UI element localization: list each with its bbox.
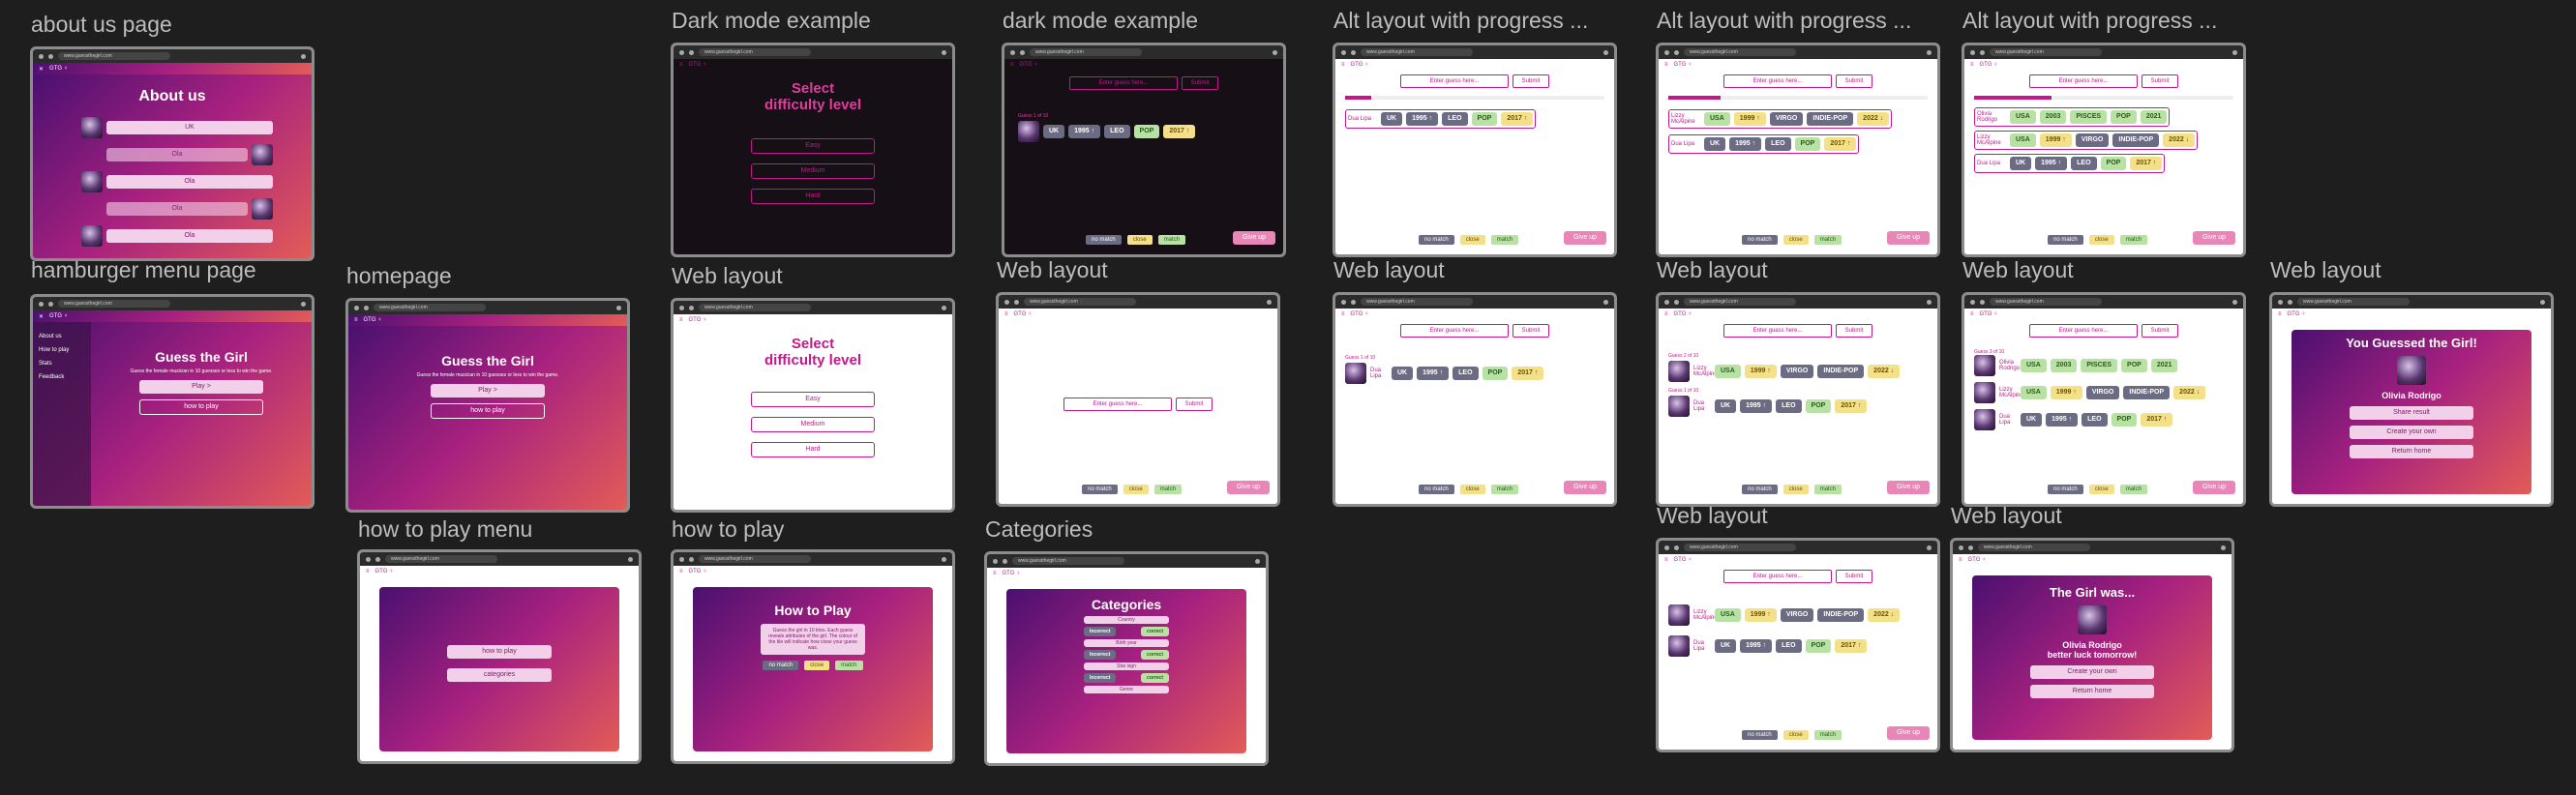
frame-win: www.guessthegirl.com ≡ GTG ♀ You Guessed … <box>2269 292 2554 507</box>
avatar <box>81 117 103 138</box>
label-homepage: homepage <box>346 263 452 288</box>
frame-alt-layout-2: www.guessthegirl.com ≡ GTG ♀ Enter guess … <box>1656 43 1940 257</box>
label-about-us: about us page <box>31 12 172 37</box>
frame-how-to-play: www.guessthegirl.com ≡ GTG ♀ How to Play … <box>671 549 955 764</box>
hamburger-icon[interactable]: ≡ <box>679 62 683 68</box>
label-web-layout-1: Web layout <box>672 263 783 288</box>
label-alt-layout-1: Alt layout with progress ... <box>1333 8 1589 33</box>
menu-how-to-play[interactable]: how to play <box>447 645 552 659</box>
label-dark-mode-1: Dark mode example <box>672 8 871 33</box>
frame-homepage: www.guessthegirl.com ≡ GTG ♀ Guess the Gi… <box>345 298 630 513</box>
frame-dark-difficulty: www.guessthegirl.com ≡ GTG ♀ Select diffi… <box>671 43 955 257</box>
share-result-button[interactable]: Share result <box>2350 406 2473 420</box>
label-alt-layout-3: Alt layout with progress ... <box>1962 8 2218 33</box>
menu-item-how-to-play[interactable]: How to play <box>33 343 91 357</box>
easy-button[interactable]: Easy <box>751 138 875 154</box>
label-web-layout-2: Web layout <box>997 257 1108 282</box>
label-categories: Categories <box>985 516 1093 542</box>
frame-dark-game: www.guessthegirl.com ≡ GTG ♀ Enter guess … <box>1002 43 1286 257</box>
close-icon[interactable]: ✕ <box>39 66 44 73</box>
submit-button[interactable]: Submit <box>1182 76 1218 90</box>
label-web-layout-3: Web layout <box>1333 257 1445 282</box>
frame-alt-layout-1: www.guessthegirl.com ≡ GTG ♀ Enter guess … <box>1333 43 1617 257</box>
give-up-button[interactable]: Give up <box>1233 231 1275 245</box>
frame-alt-layout-3: www.guessthegirl.com ≡ GTG ♀ Enter guess … <box>1962 43 2246 257</box>
frame-web-game-1: www.guessthegirl.com ≡ GTG ♀ Enter guess … <box>1333 292 1617 507</box>
label-web-layout-4: Web layout <box>1657 257 1768 282</box>
frame-web-empty-game: www.guessthegirl.com ≡ GTG ♀ Enter guess … <box>996 292 1280 507</box>
frame-web-difficulty: www.guessthegirl.com ≡ GTG ♀ Select diffi… <box>671 298 955 513</box>
play-button[interactable]: Play > <box>431 384 545 398</box>
label-web-layout-8: Web layout <box>1951 503 2062 528</box>
label-dark-mode-2: dark mode example <box>1003 8 1198 33</box>
menu-item-stats[interactable]: Stats <box>33 357 91 370</box>
page-title: About us <box>138 88 206 104</box>
label-how-to-play-menu: how to play menu <box>358 516 533 542</box>
frame-about-us: www.guessthegirl.com ✕ GTG ♀ About us UK … <box>30 46 315 261</box>
label-hamburger: hamburger menu page <box>31 257 256 282</box>
label-web-layout-6: Web layout <box>2270 257 2381 282</box>
menu-item-about[interactable]: About us <box>33 330 91 343</box>
label-web-layout-5: Web layout <box>1962 257 2074 282</box>
frame-hamburger: www.guessthegirl.com ✕ GTG ♀ About us How… <box>30 294 315 509</box>
frame-lose: www.guessthegirl.com ≡ GTG ♀ The Girl was… <box>1950 538 2234 752</box>
return-home-button[interactable]: Return home <box>2350 445 2473 458</box>
menu-categories[interactable]: categories <box>447 668 552 682</box>
frame-web-game-2: www.guessthegirl.com ≡ GTG ♀ Enter guess … <box>1656 292 1940 507</box>
how-to-play-button[interactable]: how to play <box>431 403 545 419</box>
win-title: You Guessed the Girl! <box>2346 336 2477 350</box>
frame-web-game-2b: www.guessthegirl.com ≡ GTG ♀ Enter guess … <box>1656 538 1940 752</box>
menu-item-feedback[interactable]: Feedback <box>33 370 91 384</box>
hard-button[interactable]: Hard <box>751 189 875 204</box>
home-title: Guess the Girl <box>441 353 534 368</box>
label-web-layout-7: Web layout <box>1657 503 1768 528</box>
create-your-own-button[interactable]: Create your own <box>2350 426 2473 439</box>
label-how-to-play: how to play <box>672 516 785 542</box>
frame-categories: www.guessthegirl.com ≡ GTG ♀ Categories C… <box>984 551 1269 766</box>
guess-input[interactable]: Enter guess here... <box>1069 76 1178 90</box>
frame-how-to-play-menu: www.guessthegirl.com ≡ GTG ♀ how to play … <box>357 549 642 764</box>
frame-web-game-3: www.guessthegirl.com ≡ GTG ♀ Enter guess … <box>1962 292 2246 507</box>
label-alt-layout-2: Alt layout with progress ... <box>1657 8 1912 33</box>
medium-button[interactable]: Medium <box>751 163 875 179</box>
